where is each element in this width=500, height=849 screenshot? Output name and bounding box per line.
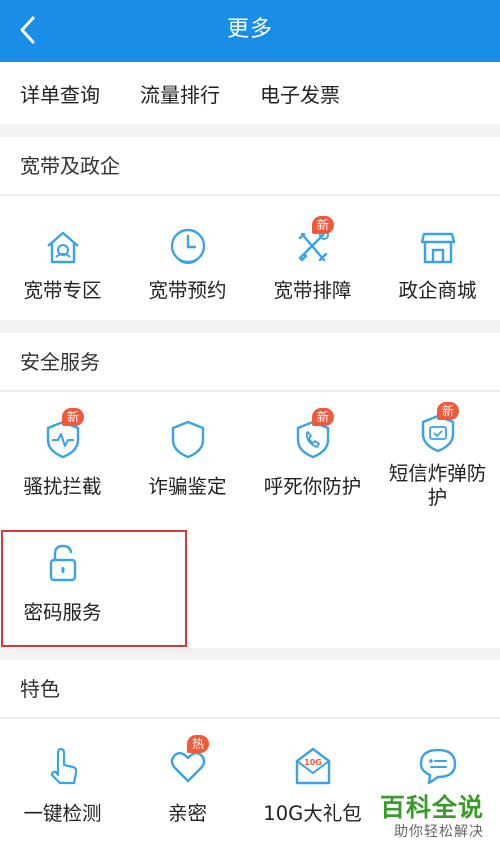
grid-item-intimacy[interactable]: 热 亲密 xyxy=(125,735,250,843)
chat-bubble-icon xyxy=(419,748,457,785)
grid-item-harassment-block[interactable]: 新 骚扰拦截 xyxy=(0,408,125,512)
grid-item-label: 宽带排障 xyxy=(273,279,352,302)
grid-item-sms-bomb-protection[interactable]: 新 短信炸弹防护 xyxy=(375,402,500,520)
quick-link-traffic-ranking[interactable]: 流量排行 xyxy=(140,79,220,108)
grid-item-broadband-zone[interactable]: 宽带专区 xyxy=(0,224,125,314)
grid-item-10g-gift-pack[interactable]: 10G 10G大礼包 xyxy=(250,743,375,843)
grid-item-one-click-check[interactable]: 一键检测 xyxy=(0,743,125,843)
hot-badge: 热 xyxy=(187,735,210,753)
quick-link-e-invoice[interactable]: 电子发票 xyxy=(260,79,340,108)
house-icon xyxy=(47,231,79,264)
watermark: 百科全说 助你轻松解决 xyxy=(380,793,484,841)
grid-item-label: 宽带预约 xyxy=(148,279,227,302)
gift-envelope-icon: 10G xyxy=(295,747,331,785)
envelope-label: 10G xyxy=(304,758,322,767)
store-icon xyxy=(420,232,456,264)
grid-item-call-flood-protection[interactable]: 新 呼死你防护 xyxy=(250,408,375,512)
new-badge: 新 xyxy=(312,216,335,234)
grid-item-label: 骚扰拦截 xyxy=(23,475,102,498)
grid-item-label: 短信炸弹防护 xyxy=(388,462,487,509)
broadband-grid: 宽带专区 宽带预约 新 宽带排障 政企商城 xyxy=(0,196,500,320)
grid-item-label: 亲密 xyxy=(167,802,207,825)
grid-item-fraud-check[interactable]: 诈骗鉴定 xyxy=(125,416,250,512)
watermark-sub-text: 助你轻松解决 xyxy=(394,824,484,840)
shield-icon xyxy=(171,420,205,459)
clock-icon xyxy=(170,228,206,264)
grid-item-label: 宽带专区 xyxy=(23,279,102,302)
grid-item-label: 诈骗鉴定 xyxy=(148,475,227,498)
grid-item-label: 一键检测 xyxy=(23,802,102,825)
highlight-box xyxy=(1,530,187,647)
grid-item-label: 呼死你防护 xyxy=(263,475,362,498)
top-nav-bar: 更多 xyxy=(0,0,500,62)
new-badge: 新 xyxy=(62,408,85,426)
grid-item-enterprise-store[interactable]: 政企商城 xyxy=(375,224,500,314)
quick-links: 详单查询 流量排行 电子发票 xyxy=(0,62,500,124)
new-badge: 新 xyxy=(437,402,460,420)
watermark-main-text: 百科全说 xyxy=(379,793,484,822)
grid-item-label: 10G大礼包 xyxy=(263,802,362,825)
section-title-security: 安全服务 xyxy=(0,333,500,391)
grid-item-broadband-booking[interactable]: 宽带预约 xyxy=(125,224,250,314)
grid-item-broadband-repair[interactable]: 新 宽带排障 xyxy=(250,216,375,314)
quick-link-bill-detail[interactable]: 详单查询 xyxy=(20,79,100,108)
section-title-featured: 特色 xyxy=(0,660,500,718)
finger-tap-icon xyxy=(50,747,78,785)
page-title: 更多 xyxy=(226,17,273,42)
grid-item-label: 政企商城 xyxy=(398,279,477,302)
section-title-broadband: 宽带及政企 xyxy=(0,137,500,195)
new-badge: 新 xyxy=(312,408,335,426)
